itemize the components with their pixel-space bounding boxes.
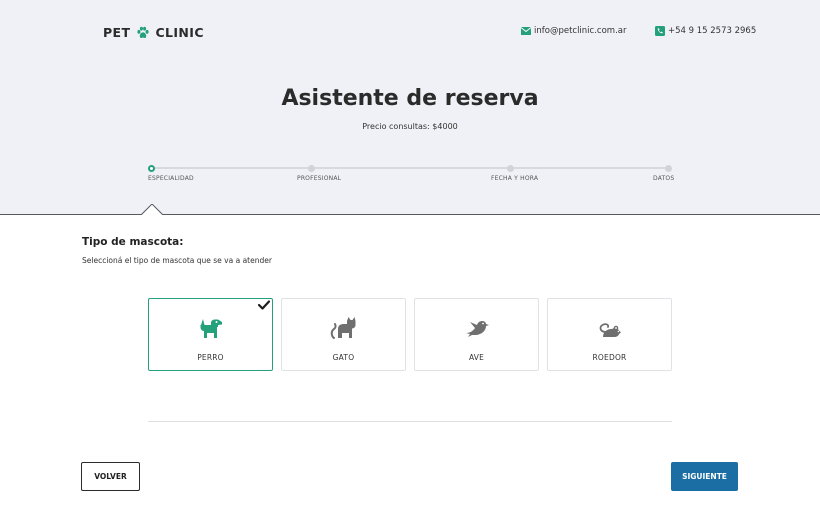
pet-option-ave[interactable]: AVE bbox=[414, 298, 539, 371]
stepper-track bbox=[151, 167, 669, 169]
step-label-profesional: PROFESIONAL bbox=[297, 175, 342, 182]
pet-option-label: PERRO bbox=[197, 353, 224, 362]
step-dot-fecha-hora[interactable] bbox=[507, 165, 514, 172]
price-subtitle: Precio consultas: $4000 bbox=[362, 122, 458, 131]
next-button[interactable]: SIGUIENTE bbox=[671, 462, 738, 491]
paw-icon bbox=[137, 26, 150, 38]
logo-text-clinic: CLINIC bbox=[155, 25, 204, 40]
phone-icon bbox=[655, 26, 665, 36]
hero-divider bbox=[0, 214, 820, 215]
mail-icon bbox=[521, 27, 531, 35]
step-dot-profesional[interactable] bbox=[308, 165, 315, 172]
pet-option-label: ROEDOR bbox=[592, 353, 627, 362]
bird-icon bbox=[465, 321, 489, 337]
content-divider bbox=[148, 421, 672, 422]
phone-text: +54 9 15 2573 2965 bbox=[668, 26, 757, 36]
pet-option-label: GATO bbox=[332, 353, 355, 362]
page-title: Asistente de reserva bbox=[281, 86, 539, 111]
checkmark-icon bbox=[258, 300, 270, 310]
pet-option-perro[interactable]: PERRO bbox=[148, 298, 273, 371]
dog-icon bbox=[200, 319, 222, 338]
contact-email[interactable]: info@petclinic.com.ar bbox=[521, 26, 626, 36]
section-description: Seleccioná el tipo de mascota que se va … bbox=[82, 256, 272, 265]
step-dot-datos[interactable] bbox=[665, 165, 672, 172]
back-button[interactable]: VOLVER bbox=[81, 462, 140, 491]
section-title: Tipo de mascota: bbox=[82, 236, 184, 248]
contact-phone[interactable]: +54 9 15 2573 2965 bbox=[655, 26, 756, 36]
pet-option-label: AVE bbox=[468, 353, 485, 362]
cat-icon bbox=[330, 317, 355, 339]
pet-option-gato[interactable]: GATO bbox=[281, 298, 406, 371]
email-text: info@petclinic.com.ar bbox=[534, 26, 627, 36]
rodent-icon bbox=[599, 323, 621, 337]
step-dot-especialidad[interactable] bbox=[148, 165, 155, 172]
logo-text-pet: PET bbox=[103, 25, 131, 40]
logo[interactable]: PET CLINIC bbox=[103, 25, 204, 40]
step-pointer bbox=[141, 204, 163, 216]
pet-option-roedor[interactable]: ROEDOR bbox=[547, 298, 672, 371]
step-label-especialidad: ESPECIALIDAD bbox=[148, 175, 194, 182]
step-label-fecha-hora: FECHA Y HORA bbox=[491, 175, 539, 182]
step-label-datos: DATOS bbox=[653, 175, 675, 182]
